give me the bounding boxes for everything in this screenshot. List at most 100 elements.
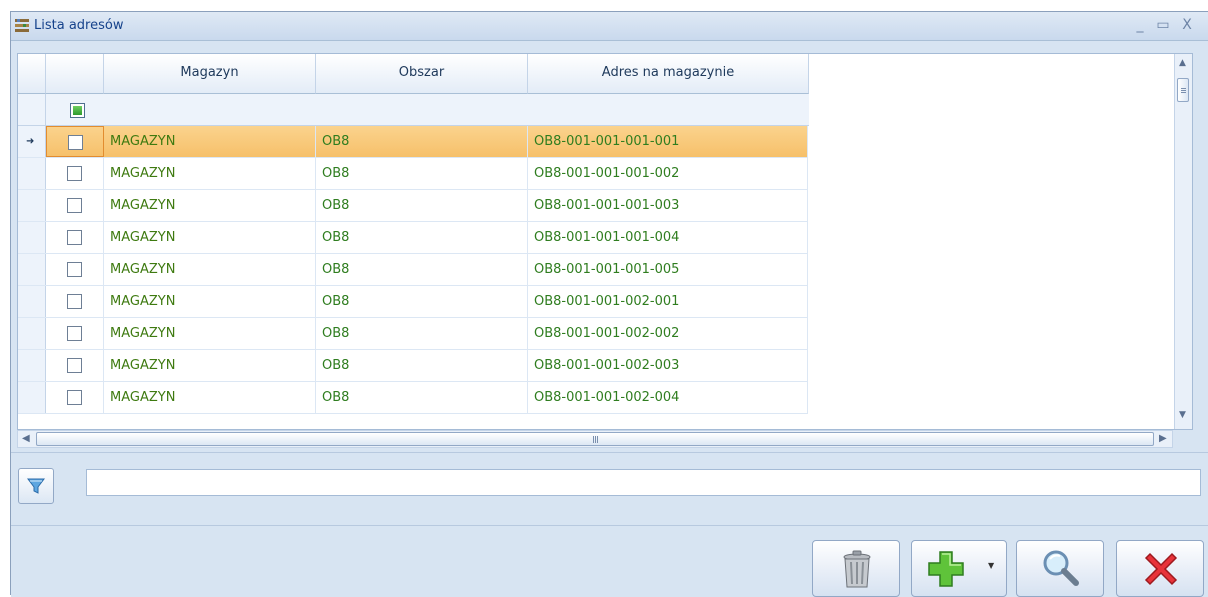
cell-obszar: OB8 [316,254,528,285]
search-button[interactable] [1016,540,1104,597]
cell-obszar: OB8 [316,318,528,349]
delete-button[interactable] [812,540,900,597]
cell-adres: OB8-001-001-002-002 [528,318,808,349]
row-indicator [18,158,46,189]
cell-magazyn: MAGAZYN [104,318,316,349]
cell-adres: OB8-001-001-001-002 [528,158,808,189]
funnel-icon [27,478,45,494]
cell-magazyn: MAGAZYN [104,350,316,381]
cell-adres: OB8-001-001-002-003 [528,350,808,381]
vertical-scrollbar[interactable]: ▲ ▼ [1174,54,1192,429]
header-adres[interactable]: Adres na magazynie [528,54,809,94]
green-plus-icon [928,551,964,587]
table-row[interactable]: MAGAZYN OB8 OB8-001-001-002-004 [18,382,808,414]
row-checkbox-cell[interactable] [46,158,104,189]
cell-obszar: OB8 [316,382,528,413]
filter-button[interactable] [18,468,54,504]
cell-magazyn: MAGAZYN [104,126,316,157]
row-indicator: ➜ [18,126,46,157]
row-checkbox[interactable] [67,294,82,309]
address-list-window: Lista adresów _ ▭ X Magazyn Obszar Adres… [10,11,1208,597]
row-checkbox[interactable] [67,358,82,373]
cell-adres: OB8-001-001-002-004 [528,382,808,413]
row-indicator [18,254,46,285]
cell-adres: OB8-001-001-001-003 [528,190,808,221]
horizontal-scroll-thumb[interactable] [36,432,1154,446]
table-row[interactable]: MAGAZYN OB8 OB8-001-001-002-001 [18,286,808,318]
cell-magazyn: MAGAZYN [104,222,316,253]
row-checkbox[interactable] [67,390,82,405]
header-obszar[interactable]: Obszar [316,54,528,94]
row-checkbox-cell[interactable] [46,318,104,349]
cell-magazyn: MAGAZYN [104,382,316,413]
row-checkbox-cell[interactable] [46,190,104,221]
select-all-check-fill [73,106,82,115]
table-row[interactable]: MAGAZYN OB8 OB8-001-001-001-005 [18,254,808,286]
current-row-arrow-icon: ➜ [26,136,35,147]
header-checkbox[interactable] [46,54,104,94]
close-window-button[interactable]: X [1178,16,1196,34]
vertical-scroll-thumb[interactable] [1177,78,1189,102]
add-button[interactable]: ▼ [911,540,1007,597]
table-row[interactable]: MAGAZYN OB8 OB8-001-001-001-003 [18,190,808,222]
scroll-up-icon[interactable]: ▲ [1179,58,1186,68]
row-checkbox[interactable] [67,198,82,213]
row-indicator [18,350,46,381]
magnifier-icon [1043,550,1079,586]
cell-obszar: OB8 [316,286,528,317]
cell-obszar: OB8 [316,190,528,221]
row-checkbox-cell[interactable] [46,350,104,381]
cell-adres: OB8-001-001-001-004 [528,222,808,253]
table-row[interactable]: MAGAZYN OB8 OB8-001-001-002-002 [18,318,808,350]
scroll-down-icon[interactable]: ▼ [1179,410,1186,420]
cell-magazyn: MAGAZYN [104,254,316,285]
filter-input[interactable] [86,469,1201,496]
cell-magazyn: MAGAZYN [104,158,316,189]
row-checkbox[interactable] [67,262,82,277]
row-checkbox-cell[interactable] [46,126,104,157]
cell-adres: OB8-001-001-002-001 [528,286,808,317]
row-checkbox[interactable] [67,166,82,181]
row-checkbox-cell[interactable] [46,222,104,253]
cell-obszar: OB8 [316,158,528,189]
scroll-right-icon[interactable]: ▶ [1159,433,1167,444]
cell-magazyn: MAGAZYN [104,286,316,317]
cell-adres: OB8-001-001-001-001 [528,126,808,157]
row-indicator [18,190,46,221]
cell-magazyn: MAGAZYN [104,190,316,221]
row-checkbox[interactable] [67,326,82,341]
table-row[interactable]: ➜ MAGAZYN OB8 OB8-001-001-001-001 [18,126,808,158]
maximize-button[interactable]: ▭ [1154,16,1172,34]
row-indicator [18,318,46,349]
row-checkbox-cell[interactable] [46,286,104,317]
red-x-icon [1144,552,1178,586]
header-magazyn[interactable]: Magazyn [104,54,316,94]
table-row[interactable]: MAGAZYN OB8 OB8-001-001-001-002 [18,158,808,190]
row-indicator [18,382,46,413]
scroll-left-icon[interactable]: ◀ [22,433,30,444]
table-row[interactable]: MAGAZYN OB8 OB8-001-001-001-004 [18,222,808,254]
shelves-icon [15,19,29,32]
row-checkbox-cell[interactable] [46,382,104,413]
cell-obszar: OB8 [316,126,528,157]
title-bar: Lista adresów _ ▭ X [11,12,1208,41]
cell-obszar: OB8 [316,350,528,381]
horizontal-scrollbar[interactable]: ◀ ▶ [17,430,1173,448]
address-grid: Magazyn Obszar Adres na magazynie ➜ MAGAZ… [17,53,1193,430]
row-indicator [18,286,46,317]
row-checkbox-cell[interactable] [46,254,104,285]
row-indicator [18,222,46,253]
select-all-checkbox[interactable] [70,103,85,118]
minimize-button[interactable]: _ [1131,16,1149,34]
close-button[interactable] [1116,540,1204,597]
grid-filter-row [18,94,809,126]
trash-can-icon [843,550,871,588]
row-checkbox[interactable] [68,135,83,150]
row-checkbox[interactable] [67,230,82,245]
add-dropdown-icon[interactable]: ▼ [988,561,994,570]
filter-row-indicator [18,94,46,125]
cell-adres: OB8-001-001-001-005 [528,254,808,285]
header-indicator [18,54,46,94]
filter-bar [11,452,1208,525]
table-row[interactable]: MAGAZYN OB8 OB8-001-001-002-003 [18,350,808,382]
